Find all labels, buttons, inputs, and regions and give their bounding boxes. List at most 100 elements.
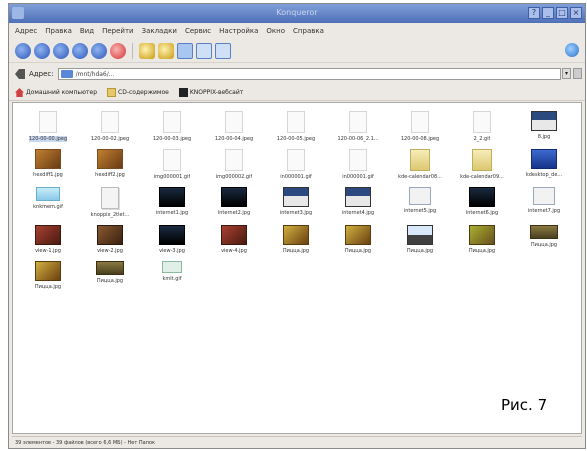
file-item[interactable]: hexdiff1.jpg	[17, 149, 79, 180]
file-item[interactable]: 120-00-02.jpeg	[79, 111, 141, 142]
menu-item[interactable]: Окно	[266, 24, 285, 38]
file-item[interactable]: view-1.jpg	[17, 225, 79, 254]
minimize-button[interactable]: _	[542, 7, 554, 19]
file-thumbnail	[345, 187, 371, 207]
file-item[interactable]: 120-00-06_2.1...	[327, 111, 389, 142]
zoom-out-icon[interactable]	[34, 42, 50, 59]
file-item[interactable]: internet7.jpg	[513, 187, 575, 218]
close-button[interactable]: ×	[570, 7, 582, 19]
file-name: Пицца.jpg	[530, 242, 558, 248]
menu-item[interactable]: Вид	[80, 24, 94, 38]
file-name: 120-00-06_2.1...	[337, 136, 379, 142]
file-item[interactable]: 8.jpg	[513, 111, 575, 142]
menu-item[interactable]: Настройка	[219, 24, 258, 38]
file-item[interactable]: internet6.jpg	[451, 187, 513, 218]
menu-item[interactable]: Адрес	[15, 24, 37, 38]
icon-view-icon[interactable]	[177, 42, 193, 59]
address-value: /mnt/hda6/...	[75, 70, 115, 78]
menu-item[interactable]: Перейти	[102, 24, 134, 38]
title-bar[interactable]: Konqueror ? _ □ ×	[9, 4, 585, 23]
menu-item[interactable]: Справка	[293, 24, 324, 38]
file-name: Пицца.jpg	[468, 248, 496, 254]
file-thumbnail	[36, 187, 60, 201]
file-name: kmlt.gif	[162, 276, 182, 282]
bookmark-item[interactable]: CD-содержимое	[107, 88, 169, 97]
file-item[interactable]: kde-calendar08...	[389, 149, 451, 180]
file-item[interactable]: view-3.jpg	[141, 225, 203, 254]
file-name: 120-00-00.jpeg	[28, 136, 68, 142]
stop-icon[interactable]	[110, 42, 126, 59]
detail-view-icon[interactable]	[196, 42, 212, 59]
file-name: view-3.jpg	[159, 248, 185, 254]
address-dropdown-button[interactable]: ▾	[562, 68, 571, 79]
address-input[interactable]: /mnt/hda6/...	[57, 68, 561, 80]
file-item[interactable]: img000002.gif	[203, 149, 265, 180]
file-item[interactable]: 120-00-05.jpeg	[265, 111, 327, 142]
file-item[interactable]: 2_2.gif	[451, 111, 513, 142]
file-item[interactable]: knoppix_2tlet...	[79, 187, 141, 218]
window-title: Konqueror	[276, 8, 318, 17]
file-item[interactable]: Пицца.jpg	[265, 225, 327, 254]
file-name: 8.jpg	[537, 134, 551, 140]
file-item[interactable]: hexdiff2.jpg	[79, 149, 141, 180]
file-item[interactable]: 120-00-00.jpeg	[17, 111, 79, 142]
file-item[interactable]: internet1.jpg	[141, 187, 203, 218]
file-item[interactable]: knkmem.gif	[17, 187, 79, 218]
file-item[interactable]: 120-00-08.jpeg	[389, 111, 451, 142]
file-view[interactable]: 120-00-00.jpeg 120-00-02.jpeg 120-00-03.jp…	[12, 102, 582, 434]
tree-view-icon[interactable]	[215, 42, 231, 59]
file-item[interactable]: Пицца.jpg	[327, 225, 389, 254]
find-next-icon[interactable]	[158, 42, 174, 59]
go-button[interactable]	[573, 68, 582, 79]
file-item[interactable]: kmlt.gif	[141, 261, 203, 290]
file-item[interactable]: 120-00-03.jpeg	[141, 111, 203, 142]
file-item[interactable]: kde-calendar09...	[451, 149, 513, 180]
file-item[interactable]: view-2.jpg	[79, 225, 141, 254]
clear-address-icon[interactable]	[15, 69, 25, 79]
file-thumbnail	[531, 111, 557, 131]
file-item[interactable]: internet2.jpg	[203, 187, 265, 218]
file-thumbnail	[469, 225, 495, 245]
file-thumbnail	[35, 225, 61, 245]
file-name: internet6.jpg	[465, 210, 499, 216]
file-item[interactable]: kdesktop_de...	[513, 149, 575, 180]
file-item[interactable]: view-4.jpg	[203, 225, 265, 254]
file-item[interactable]: img000001.gif	[141, 149, 203, 180]
file-name: 120-00-04.jpeg	[214, 136, 254, 142]
file-thumbnail	[159, 187, 185, 207]
file-name: view-2.jpg	[97, 248, 123, 254]
file-item[interactable]: Пицца.jpg	[79, 261, 141, 290]
file-item[interactable]: Пицца.jpg	[513, 225, 575, 254]
zoom-in-icon[interactable]	[15, 42, 31, 59]
reload-icon[interactable]	[91, 42, 107, 59]
maximize-button[interactable]: □	[556, 7, 568, 19]
file-item[interactable]: internet5.jpg	[389, 187, 451, 218]
file-item[interactable]: 120-00-04.jpeg	[203, 111, 265, 142]
file-thumbnail	[97, 225, 123, 245]
help-button[interactable]: ?	[528, 7, 540, 19]
bookmark-bar: Домашний компьютер CD-содержимое KNOPPIX-в…	[9, 85, 585, 101]
menu-item[interactable]: Правка	[45, 24, 72, 38]
file-item[interactable]: internet3.jpg	[265, 187, 327, 218]
file-name: internet2.jpg	[217, 210, 251, 216]
find-icon[interactable]	[139, 42, 155, 59]
file-name: kdesktop_de...	[525, 172, 563, 178]
menu-bar: Адрес Правка Вид Перейти Закладки Сервис Настр…	[9, 24, 585, 38]
zoom-fit-icon[interactable]	[53, 42, 69, 59]
file-item[interactable]: in000001.gif	[327, 149, 389, 180]
menu-item[interactable]: Сервис	[185, 24, 211, 38]
menu-item[interactable]: Закладки	[142, 24, 177, 38]
file-item[interactable]: Пицца.jpg	[17, 261, 79, 290]
file-item[interactable]: Пицца.jpg	[451, 225, 513, 254]
globe-icon[interactable]	[565, 43, 579, 57]
zoom-reset-icon[interactable]	[72, 42, 88, 59]
bookmark-item[interactable]: KNOPPIX-вебсайт	[178, 88, 243, 97]
file-item[interactable]: in000001.gif	[265, 149, 327, 180]
file-item[interactable]: Пицца.jpg	[389, 225, 451, 254]
address-bar: Адрес: /mnt/hda6/... ▾	[9, 65, 585, 83]
file-thumbnail	[221, 225, 247, 245]
file-item[interactable]: internet4.jpg	[327, 187, 389, 218]
file-thumbnail	[225, 111, 243, 133]
bookmark-item[interactable]: Домашний компьютер	[15, 88, 97, 97]
file-thumbnail	[162, 261, 182, 273]
